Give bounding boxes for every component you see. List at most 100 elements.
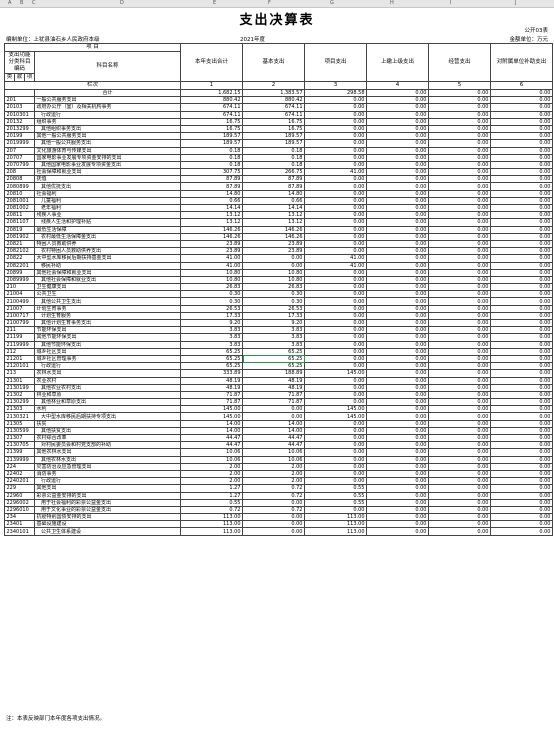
cell-value[interactable]: 0.00	[366, 412, 429, 421]
header-subsidy[interactable]: 对附属单位补助支出	[490, 43, 553, 82]
cell-value[interactable]: 0.00	[428, 110, 491, 119]
cell-value[interactable]: 0.00	[366, 103, 429, 112]
cell-value[interactable]: 0.00	[304, 139, 367, 148]
cell-value[interactable]: 0.00	[366, 88, 429, 98]
cell-value[interactable]: 0.00	[304, 175, 367, 184]
cell-value[interactable]: 0.00	[490, 146, 553, 155]
cell-value[interactable]: 0.00	[304, 290, 367, 299]
cell-name[interactable]: 农业农村	[34, 376, 181, 385]
cell-value[interactable]: 2.00	[242, 462, 305, 471]
cell-name[interactable]: 移民补助	[34, 261, 181, 270]
cell-name[interactable]: 对村民委员会和村党支部的补助	[34, 441, 181, 450]
cell-value[interactable]: 0.00	[366, 160, 429, 170]
cell-value[interactable]: 189.57	[180, 132, 243, 141]
cell-value[interactable]: 0.00	[366, 254, 429, 263]
cell-value[interactable]: 0.00	[366, 362, 429, 371]
cell-value[interactable]: 0.00	[366, 196, 429, 206]
cell-value[interactable]: 0.72	[242, 484, 305, 493]
cell-value[interactable]: 189.57	[242, 132, 305, 141]
cell-value[interactable]: 0.00	[242, 513, 305, 522]
cell-value[interactable]: 0.00	[366, 354, 429, 364]
cell-value[interactable]: 0.00	[304, 376, 367, 385]
cell-value[interactable]: 0.00	[366, 275, 429, 285]
cell-code[interactable]: 2296010	[4, 505, 35, 515]
cell-value[interactable]: 0.00	[490, 347, 553, 356]
cell-value[interactable]: 0.00	[428, 261, 491, 270]
cell-name[interactable]: 农村最低生活保障金支出	[34, 232, 181, 241]
cell-value[interactable]: 0.00	[304, 146, 367, 155]
cell-value[interactable]: 0.00	[304, 398, 367, 407]
cell-value[interactable]: 0.00	[428, 268, 491, 277]
cell-value[interactable]: 0.00	[490, 189, 553, 198]
cell-value[interactable]: 0.00	[366, 247, 429, 256]
cell-name[interactable]: 水利	[34, 405, 181, 414]
cell-value[interactable]: 0.72	[242, 491, 305, 500]
cell-name[interactable]: 灾害防治及应急管理支出	[34, 462, 181, 471]
cell-code[interactable]: 21007	[4, 304, 35, 313]
cell-value[interactable]: 0.00	[428, 146, 491, 155]
cell-value[interactable]: 188.89	[242, 369, 305, 378]
cell-value[interactable]: 0.00	[490, 469, 553, 479]
cell-code[interactable]: 20808	[4, 175, 35, 184]
cell-value[interactable]: 0.00	[366, 477, 429, 486]
cell-value[interactable]: 674.11	[242, 110, 305, 119]
cell-name[interactable]: 彩票公益金安排的支出	[34, 491, 181, 500]
cell-code[interactable]: 20822	[4, 254, 35, 263]
cell-value[interactable]: 48.19	[242, 383, 305, 392]
cell-value[interactable]: 0.00	[366, 146, 429, 155]
cell-value[interactable]: 14.00	[242, 426, 305, 436]
cell-value[interactable]: 0.00	[428, 318, 491, 328]
cell-value[interactable]: 0.00	[490, 484, 553, 493]
cell-value[interactable]: 0.00	[490, 88, 553, 98]
cell-value[interactable]: 0.00	[490, 182, 553, 191]
cell-value[interactable]: 16.75	[180, 117, 243, 126]
cell-value[interactable]: 0.00	[428, 203, 491, 213]
cell-value[interactable]: 0.00	[490, 398, 553, 407]
cell-value[interactable]: 71.87	[242, 398, 305, 407]
cell-value[interactable]: 0.00	[428, 297, 491, 306]
cell-value[interactable]: 0.00	[428, 527, 491, 536]
cell-name[interactable]: 组织事务	[34, 117, 181, 126]
cell-value[interactable]: 0.00	[490, 132, 553, 141]
cell-value[interactable]: 0.00	[304, 124, 367, 134]
cell-value[interactable]: 1.27	[180, 484, 243, 493]
cell-value[interactable]: 0.55	[304, 484, 367, 493]
cell-value[interactable]: 113.00	[304, 520, 367, 529]
cell-value[interactable]: 3.83	[180, 326, 243, 335]
cell-name[interactable]: 用于文化事业的彩票公益金支出	[34, 505, 181, 515]
cell-value[interactable]: 9.20	[180, 318, 243, 328]
column-header-i[interactable]: I	[450, 0, 451, 7]
cell-value[interactable]: 0.00	[490, 139, 553, 148]
cell-value[interactable]: 0.00	[304, 318, 367, 328]
cell-value[interactable]: 17.33	[180, 311, 243, 321]
cell-name[interactable]: 其他社会保障和就业支出	[34, 275, 181, 285]
cell-value[interactable]: 0.00	[428, 124, 491, 134]
cell-code[interactable]: 212	[4, 347, 35, 356]
cell-value[interactable]: 14.00	[180, 419, 243, 428]
cell-name[interactable]: 用于社会福利的彩票公益金支出	[34, 498, 181, 507]
cell-value[interactable]: 41.00	[180, 261, 243, 270]
cell-name[interactable]: 其他扶贫支出	[34, 426, 181, 436]
cell-value[interactable]: 0.00	[490, 239, 553, 249]
cell-value[interactable]: 26.83	[242, 283, 305, 292]
cell-value[interactable]: 0.00	[490, 405, 553, 414]
cell-value[interactable]: 0.55	[304, 498, 367, 507]
cell-code[interactable]: 224	[4, 462, 35, 471]
cell-value[interactable]: 0.00	[428, 520, 491, 529]
cell-code[interactable]: 201	[4, 96, 35, 105]
cell-value[interactable]: 10.06	[242, 448, 305, 457]
cell-name[interactable]: 公共卫生体系建设	[34, 527, 181, 536]
cell-value[interactable]: 674.11	[180, 103, 243, 112]
cell-value[interactable]: 0.00	[366, 505, 429, 515]
cell-value[interactable]: 0.00	[366, 491, 429, 500]
cell-value[interactable]: 145.00	[304, 405, 367, 414]
cell-name[interactable]: 农林水支出	[34, 369, 181, 378]
cell-value[interactable]: 0.00	[366, 383, 429, 392]
cell-value[interactable]: 0.00	[428, 88, 491, 98]
cell-value[interactable]: 0.00	[366, 527, 429, 536]
cell-value[interactable]: 0.00	[490, 203, 553, 213]
cell-value[interactable]: 0.00	[428, 326, 491, 335]
cell-value[interactable]: 2.00	[242, 469, 305, 479]
cell-value[interactable]: 0.00	[366, 405, 429, 414]
cell-value[interactable]: 71.87	[180, 390, 243, 400]
